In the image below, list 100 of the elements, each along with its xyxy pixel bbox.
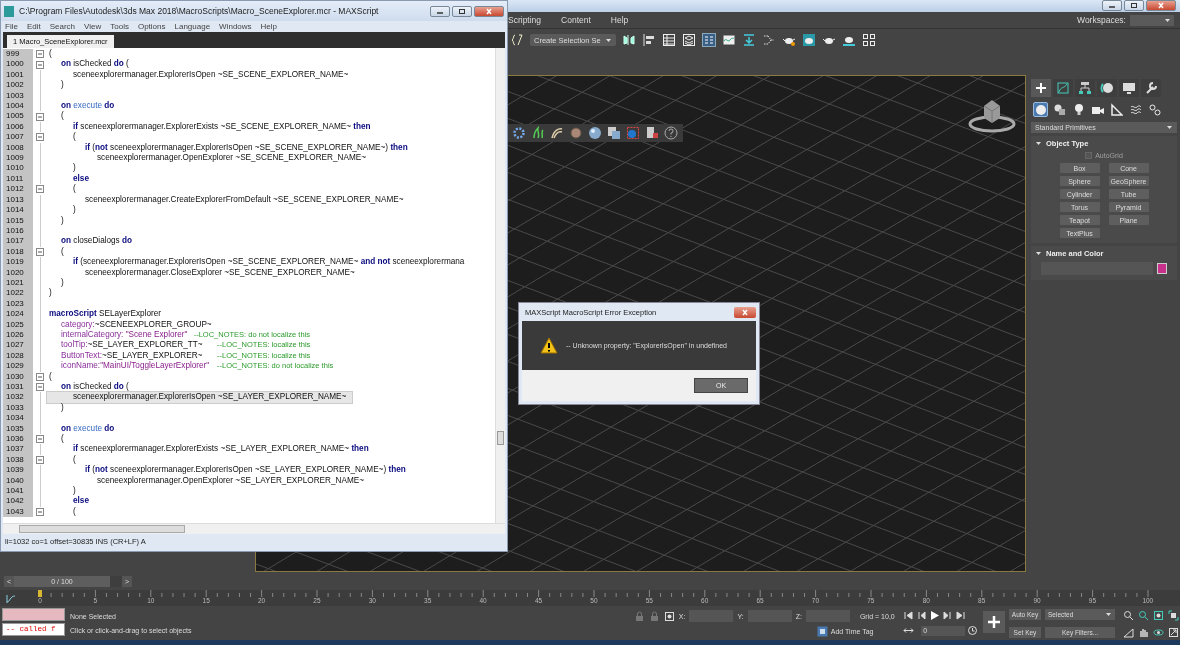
panel-tab[interactable]: [1141, 79, 1161, 97]
menu-item[interactable]: View: [84, 22, 102, 31]
maximize-viewport-icon[interactable]: [1168, 627, 1179, 638]
download-icon[interactable]: [741, 33, 756, 47]
collapse-icon[interactable]: [36, 456, 44, 465]
zoom-all-icon[interactable]: [1138, 610, 1149, 621]
stack-icon[interactable]: [681, 33, 696, 47]
category-button[interactable]: [1033, 102, 1048, 117]
menu-item[interactable]: Options: [137, 22, 166, 31]
collapse-icon[interactable]: [36, 60, 44, 69]
dropdown-arrow-icon[interactable]: [1166, 124, 1173, 131]
collapse-icon[interactable]: [36, 185, 44, 194]
collapse-icon[interactable]: [36, 247, 44, 256]
close-button[interactable]: [734, 306, 756, 318]
restore-icon[interactable]: [457, 7, 467, 15]
play-icon[interactable]: [929, 610, 941, 621]
go-to-start-icon[interactable]: [903, 610, 915, 621]
menu-item[interactable]: Search: [49, 22, 76, 31]
maximize-button[interactable]: [1124, 0, 1144, 11]
category-button[interactable]: [1052, 102, 1067, 117]
align-icon[interactable]: [641, 33, 656, 47]
panel-tab[interactable]: [1031, 79, 1051, 97]
kettle-icon[interactable]: [801, 33, 816, 47]
line-number: 1028: [3, 350, 33, 362]
panel-icon[interactable]: [701, 33, 716, 47]
viewcube-icon[interactable]: [968, 98, 1016, 134]
clock-icon[interactable]: [967, 625, 979, 636]
line-number: 1041: [3, 486, 33, 497]
set-key-button[interactable]: [983, 611, 1005, 633]
zoom-extents-icon[interactable]: [1153, 610, 1164, 621]
menu-item[interactable]: Content: [561, 15, 591, 25]
code-line: ): [60, 80, 64, 91]
close-button[interactable]: [474, 5, 504, 17]
color-swatch[interactable]: [1157, 263, 1167, 274]
vertical-scrollbar[interactable]: [495, 48, 505, 523]
hair-icon[interactable]: [550, 126, 564, 140]
category-button[interactable]: [1147, 102, 1162, 117]
wave-icon[interactable]: [721, 33, 736, 47]
collapse-icon[interactable]: [36, 383, 44, 392]
listener-input[interactable]: [2, 608, 65, 621]
disc-icon[interactable]: [569, 126, 583, 140]
zoom-extents-icon[interactable]: [1168, 610, 1179, 621]
collapse-arrow-icon[interactable]: [1035, 250, 1042, 257]
close-icon[interactable]: [1156, 2, 1166, 9]
grid-icon[interactable]: [861, 33, 876, 47]
maximize-button[interactable]: [452, 5, 472, 17]
previous-frame-icon[interactable]: [916, 610, 928, 621]
collapse-icon[interactable]: [36, 372, 44, 381]
mirror-icon[interactable]: [621, 33, 636, 47]
collapse-icon[interactable]: [36, 50, 44, 59]
menu-item[interactable]: Tools: [110, 22, 129, 31]
menu-item[interactable]: Language: [174, 22, 211, 31]
nodes-icon[interactable]: [761, 33, 776, 47]
key-plus-icon: [986, 614, 1002, 630]
dropdown-arrow-icon[interactable]: [1105, 611, 1112, 618]
dropdown-arrow-icon[interactable]: [1164, 16, 1171, 24]
collapse-icon[interactable]: [36, 508, 44, 517]
next-frame-icon[interactable]: [942, 610, 954, 621]
collapse-icon[interactable]: [36, 133, 44, 142]
braces-icon[interactable]: [510, 33, 524, 47]
curve-editor-icon[interactable]: [6, 594, 16, 604]
tag-icon[interactable]: [816, 626, 828, 637]
list-icon[interactable]: [661, 33, 676, 47]
field-of-view-icon[interactable]: [1123, 627, 1134, 638]
leaves-icon[interactable]: [531, 126, 545, 140]
document-icon[interactable]: [645, 126, 659, 140]
gear-icon[interactable]: [512, 126, 526, 140]
arrows-icon[interactable]: [903, 625, 915, 636]
transform-mode-icon[interactable]: [663, 610, 675, 622]
sphere-icon[interactable]: [588, 126, 602, 140]
restore-icon[interactable]: [1129, 2, 1139, 9]
panel-tab[interactable]: [1097, 79, 1117, 97]
menu-item[interactable]: Windows: [219, 22, 252, 31]
panel-tab[interactable]: [1053, 79, 1073, 97]
menu-item[interactable]: File: [5, 22, 18, 31]
collapse-arrow-icon[interactable]: [1035, 140, 1042, 147]
orbit-icon[interactable]: [1153, 627, 1164, 638]
menu-item[interactable]: Help: [610, 15, 629, 25]
close-icon[interactable]: [484, 7, 494, 15]
horizontal-scrollbar[interactable]: [3, 523, 505, 534]
minimize-button[interactable]: [1102, 0, 1122, 11]
category-button[interactable]: [1109, 102, 1124, 117]
code-line: if (not sceneexplorermanager.ExplorerIsOpen ~SE_LAYER_EXPLORER_NAME~) then: [84, 465, 406, 476]
collapse-icon[interactable]: [36, 435, 44, 444]
pages-icon[interactable]: [607, 126, 621, 140]
category-button[interactable]: [1128, 102, 1143, 117]
panel-tab[interactable]: [1075, 79, 1095, 97]
search-icon[interactable]: [1123, 610, 1134, 621]
menu-item[interactable]: Edit: [26, 22, 41, 31]
minimize-button[interactable]: [430, 5, 450, 17]
collapse-icon[interactable]: [36, 112, 44, 121]
menu-item[interactable]: Scripting: [508, 15, 542, 25]
help-icon[interactable]: [664, 126, 678, 140]
code-line: on execute do: [60, 101, 115, 111]
close-button[interactable]: [1146, 0, 1176, 11]
menu-item[interactable]: Help: [260, 22, 277, 31]
go-to-end-icon[interactable]: [955, 610, 967, 621]
panel-tab[interactable]: [1119, 79, 1139, 97]
dropdown-arrow-icon[interactable]: [604, 36, 612, 44]
hand-icon[interactable]: [1138, 627, 1149, 638]
